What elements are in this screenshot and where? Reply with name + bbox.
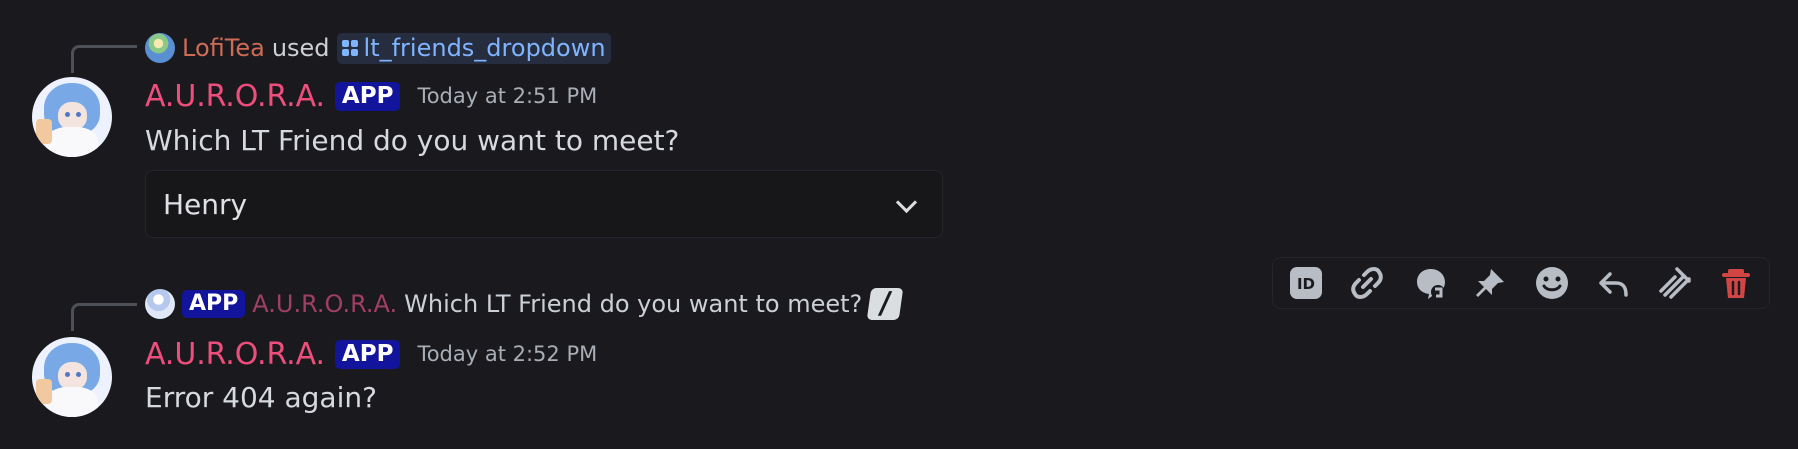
pin-icon — [1476, 269, 1505, 297]
message-actions-toolbar: ID — [1273, 258, 1769, 308]
aurora-mini-avatar[interactable] — [145, 289, 175, 319]
reply-user[interactable]: LofiTea — [182, 34, 265, 62]
create-thread-button[interactable] — [1409, 263, 1449, 303]
id-icon: ID — [1290, 267, 1322, 299]
message-text: Error 404 again? — [145, 381, 377, 414]
message-timestamp[interactable]: Today at 2:51 PM — [417, 84, 597, 108]
reply-connector — [71, 45, 137, 73]
message-text: Which LT Friend do you want to meet? — [145, 124, 680, 157]
author-name[interactable]: A.U.R.O.R.A. — [145, 337, 325, 372]
reply-message-text: Which LT Friend do you want to meet? — [404, 290, 863, 318]
reply-connector — [71, 303, 137, 331]
app-badge: APP — [334, 81, 401, 111]
command-name: lt_friends_dropdown — [363, 33, 606, 62]
save-message-button[interactable] — [1655, 263, 1695, 303]
message-header: A.U.R.O.R.A. APP Today at 2:52 PM — [145, 333, 597, 375]
reply-verb: used — [271, 34, 330, 62]
reply-author[interactable]: A.U.R.O.R.A. — [252, 290, 397, 318]
link-icon — [1351, 267, 1384, 299]
app-badge: APP — [334, 339, 401, 369]
pin-message-button[interactable] — [1470, 263, 1510, 303]
lofitea-avatar[interactable] — [145, 33, 175, 63]
lt-friend-dropdown[interactable]: Henry — [145, 170, 943, 238]
trash-icon — [1721, 269, 1750, 298]
message-header: A.U.R.O.R.A. APP Today at 2:51 PM — [145, 75, 597, 117]
chevron-down-icon — [894, 192, 918, 216]
message-dropdown-prompt: LofiTea used lt_friends_dropdown A.U.R.O… — [0, 0, 1798, 250]
reply-app-badge: APP — [182, 290, 246, 318]
slash-command-icon: / — [867, 286, 904, 321]
command-icon — [341, 39, 358, 56]
reply-context[interactable]: APP A.U.R.O.R.A. Which LT Friend do you … — [145, 286, 904, 322]
aurora-avatar[interactable] — [32, 77, 112, 157]
reply-icon — [1599, 272, 1628, 297]
thread-reply-icon — [1416, 269, 1445, 299]
dropdown-selected-value: Henry — [163, 187, 248, 221]
message-timestamp[interactable]: Today at 2:52 PM — [417, 342, 597, 366]
command-chip[interactable]: lt_friends_dropdown — [336, 32, 611, 64]
bookmark-icon — [1658, 267, 1691, 299]
emoji-icon — [1535, 267, 1568, 299]
reply-button[interactable] — [1593, 263, 1633, 303]
reply-context[interactable]: LofiTea used lt_friends_dropdown — [145, 30, 611, 66]
add-reaction-button[interactable] — [1532, 263, 1572, 303]
svg-text:ID: ID — [1297, 275, 1315, 293]
aurora-avatar[interactable] — [32, 337, 112, 417]
delete-message-button[interactable] — [1716, 263, 1756, 303]
author-name[interactable]: A.U.R.O.R.A. — [145, 79, 325, 114]
chat-view: LofiTea used lt_friends_dropdown A.U.R.O… — [0, 0, 1798, 449]
copy-link-button[interactable] — [1347, 263, 1387, 303]
copy-id-button[interactable]: ID — [1286, 263, 1326, 303]
